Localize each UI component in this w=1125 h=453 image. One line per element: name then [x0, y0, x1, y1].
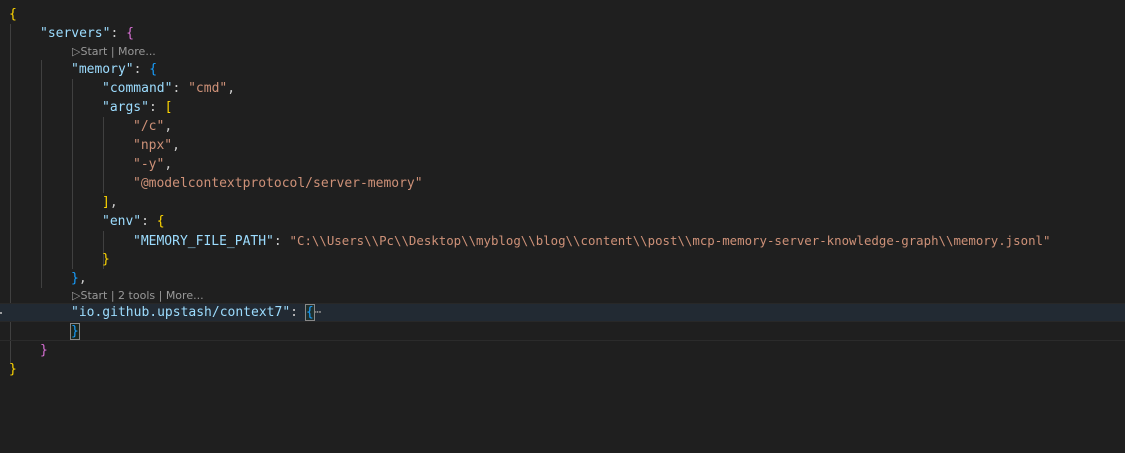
code-line[interactable]: } [0, 250, 1125, 269]
code-line[interactable]: { [0, 5, 1125, 24]
root-open-brace: { [9, 7, 17, 22]
memory-file-path-value: "C:\\Users\\Pc\\Desktop\\myblog\\blog\\c… [289, 233, 1051, 248]
context7-close-brace: } [70, 323, 80, 340]
servers-code-lens: ▷Start | More... [72, 45, 156, 58]
code-line[interactable]: "/c", [0, 117, 1125, 136]
code-line[interactable]: "env": { [0, 212, 1125, 231]
args-item: "npx" [133, 138, 173, 153]
args-close-bracket: ] [102, 195, 110, 210]
code-line[interactable]: } [0, 322, 1125, 341]
start-lens-link[interactable]: ▷Start [72, 45, 107, 58]
code-line[interactable]: "args": [ [0, 98, 1125, 117]
code-editor[interactable]: { "servers": { ▷Start | More... "memory"… [0, 0, 1125, 453]
code-line[interactable]: "servers": { [0, 24, 1125, 43]
memory-open-brace: { [149, 62, 158, 77]
env-open-brace: { [156, 214, 165, 229]
start-lens-link[interactable]: ▷Start [72, 289, 107, 302]
env-close-brace: } [102, 252, 110, 267]
context7-open-brace: { [304, 304, 315, 321]
args-item: "/c" [133, 119, 165, 134]
memory-key: "memory" [71, 62, 134, 77]
tools-lens-link[interactable]: 2 tools [118, 289, 155, 302]
root-close-brace: } [9, 362, 17, 377]
folded-region-ellipsis-icon[interactable]: ⋯ [314, 305, 322, 320]
code-line[interactable]: "-y", [0, 155, 1125, 174]
code-line[interactable]: "command": "cmd", [0, 79, 1125, 98]
gutter-marker-icon [0, 312, 2, 314]
command-value: "cmd" [188, 81, 228, 96]
servers-key: "servers" [40, 26, 111, 41]
code-line[interactable]: } [0, 341, 1125, 360]
more-lens-link[interactable]: More... [118, 45, 156, 58]
code-line[interactable]: "@modelcontextprotocol/server-memory" [0, 174, 1125, 193]
more-lens-link[interactable]: More... [166, 289, 204, 302]
code-line[interactable]: ], [0, 193, 1125, 212]
context7-key: "io.github.upstash/context7" [71, 305, 291, 320]
code-line[interactable]: "memory": { [0, 60, 1125, 79]
command-key: "command" [102, 81, 173, 96]
servers-close-brace: } [40, 343, 48, 358]
args-key: "args" [102, 100, 149, 115]
memory-close-brace: } [71, 271, 79, 286]
env-key: "env" [102, 214, 142, 229]
memory-file-path-key: "MEMORY_FILE_PATH" [133, 234, 274, 249]
servers-open-brace: { [126, 26, 134, 41]
code-line[interactable]: "npx", [0, 136, 1125, 155]
args-item: "-y" [133, 157, 165, 172]
current-code-line[interactable]: "io.github.upstash/context7": {⋯ [0, 303, 1125, 322]
code-line[interactable]: "MEMORY_FILE_PATH": "C:\\Users\\Pc\\Desk… [0, 231, 1125, 250]
args-item: "@modelcontextprotocol/server-memory" [133, 176, 423, 191]
args-open-bracket: [ [164, 100, 173, 115]
code-line[interactable]: } [0, 360, 1125, 379]
